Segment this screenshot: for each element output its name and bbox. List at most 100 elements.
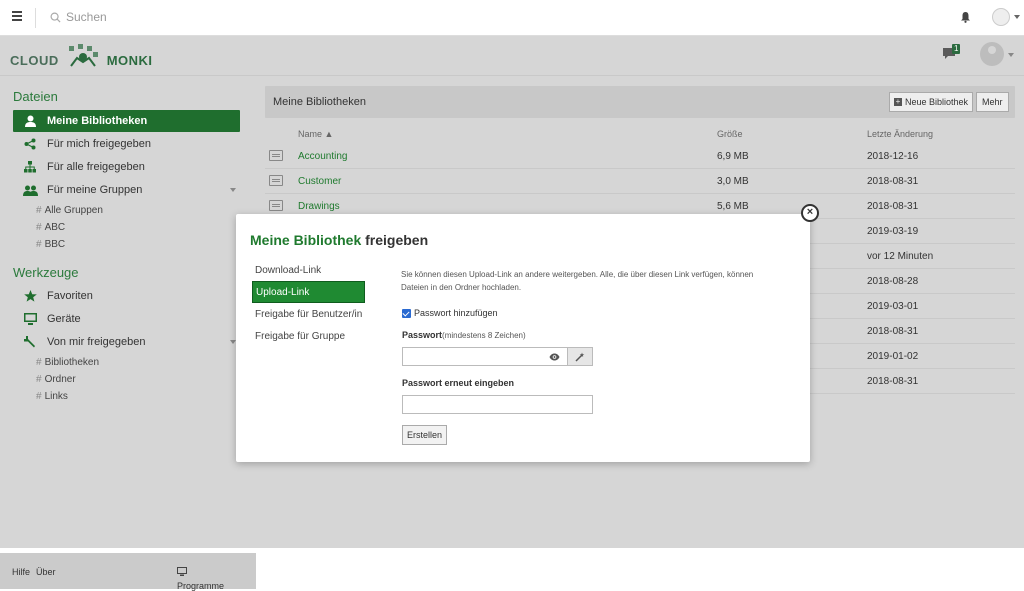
more-button[interactable]: Mehr (976, 92, 1009, 112)
library-modified: vor 12 Minuten (867, 251, 934, 262)
column-header-size[interactable]: Größe (717, 129, 743, 139)
monkey-logo-icon (68, 44, 98, 67)
password-repeat-field[interactable] (402, 395, 593, 414)
profile-avatar[interactable] (980, 42, 1004, 66)
library-name[interactable]: Drawings (298, 201, 340, 212)
library-modified: 2019-01-02 (867, 351, 919, 362)
sidebar-item-shared-by-me[interactable]: Von mir freigegeben (13, 331, 240, 353)
notification-count-badge: 1 (952, 44, 961, 54)
dialog-title-library: Meine Bibliothek (250, 232, 362, 248)
sidebar-item-favorites[interactable]: Favoriten (13, 285, 240, 307)
programs-label: Programme (177, 581, 225, 591)
password-field[interactable] (402, 347, 568, 366)
library-modified: 2018-08-31 (867, 201, 919, 212)
library-modified: 2018-08-31 (867, 326, 919, 337)
sidebar-item-label: Für alle freigegeben (47, 161, 145, 173)
tab-download-link[interactable]: Download-Link (252, 259, 365, 281)
sidebar-item-devices[interactable]: Geräte (13, 308, 240, 330)
add-password-checkbox[interactable]: Passwort hinzufügen (402, 308, 498, 318)
new-library-button[interactable]: + Neue Bibliothek (889, 92, 974, 112)
bell-icon[interactable] (960, 11, 971, 23)
sidebar-subitem-group[interactable]: # ABC (36, 222, 65, 233)
sidebar-item-label: Geräte (47, 313, 81, 325)
sidebar-subitem-label: Bibliotheken (44, 357, 100, 368)
library-name[interactable]: Customer (298, 176, 341, 187)
user-icon (24, 115, 36, 127)
monitor-icon (177, 567, 187, 576)
sidebar-item-label: Von mir freigegeben (47, 336, 146, 348)
library-icon (269, 200, 283, 211)
wrench-icon (24, 336, 35, 348)
notifications-button[interactable]: 1 (943, 44, 961, 62)
share-icon (24, 138, 36, 150)
sidebar-item-my-groups[interactable]: Für meine Gruppen (13, 179, 240, 201)
dialog-title: Meine Bibliothek freigeben (250, 232, 428, 248)
password-label-text: Passwort (402, 330, 443, 340)
table-row[interactable]: Customer 3,0 MB 2018-08-31 (265, 169, 1015, 194)
sidebar-item-my-libraries[interactable]: Meine Bibliotheken (13, 110, 240, 132)
monitor-icon (23, 313, 37, 325)
sidebar-subitem-shared[interactable]: # Links (36, 391, 68, 402)
column-header-name[interactable]: Name ▲ (298, 129, 333, 139)
library-size: 5,6 MB (717, 201, 749, 212)
table-row[interactable]: Accounting 6,9 MB 2018-12-16 (265, 144, 1015, 169)
chevron-down-icon[interactable] (1014, 15, 1020, 19)
divider (35, 8, 36, 28)
library-size: 3,0 MB (717, 176, 749, 187)
chevron-down-icon[interactable] (1008, 53, 1014, 57)
logo: CLOUD MONKI (10, 44, 153, 68)
menu-icon[interactable] (12, 11, 22, 21)
sidebar: Dateien Meine Bibliotheken Für mich frei… (0, 77, 256, 591)
sidebar-item-label: Meine Bibliotheken (47, 115, 148, 127)
new-library-label: Neue Bibliothek (905, 97, 969, 107)
user-avatar[interactable] (992, 8, 1010, 26)
library-name[interactable]: Accounting (298, 151, 347, 162)
sidebar-item-shared-with-all[interactable]: Für alle freigegeben (13, 156, 240, 178)
create-button[interactable]: Erstellen (402, 425, 447, 445)
library-icon (269, 175, 283, 186)
org-icon (24, 161, 36, 173)
share-dialog: Meine Bibliothek freigeben Download-Link… (236, 214, 810, 462)
library-size: 6,9 MB (717, 151, 749, 162)
help-link[interactable]: Hilfe (12, 567, 30, 577)
search-placeholder: Suchen (66, 10, 107, 24)
sidebar-footer: Hilfe Über Programme (0, 553, 256, 591)
top-bar: Suchen (0, 0, 1024, 36)
search-input[interactable]: Suchen (50, 10, 107, 24)
sidebar-subitem-shared[interactable]: # Bibliotheken (36, 357, 99, 368)
star-icon (23, 290, 37, 302)
sidebar-subitem-group[interactable]: # Alle Gruppen (36, 205, 103, 216)
plus-icon: + (894, 97, 902, 106)
programs-link[interactable]: Programme (177, 567, 224, 591)
library-modified: 2018-08-28 (867, 276, 919, 287)
sidebar-subitem-group[interactable]: # BBC (36, 239, 65, 250)
library-modified: 2019-03-19 (867, 226, 919, 237)
sidebar-subitem-shared[interactable]: # Ordner (36, 374, 76, 385)
checkbox-checked-icon[interactable] (402, 308, 411, 318)
sidebar-item-shared-with-me[interactable]: Für mich freigegeben (13, 133, 240, 155)
about-link[interactable]: Über (36, 567, 56, 577)
library-modified: 2018-12-16 (867, 151, 919, 162)
close-icon[interactable]: × (801, 204, 819, 222)
library-modified: 2018-08-31 (867, 376, 919, 387)
chevron-down-icon[interactable] (230, 188, 236, 192)
tab-upload-link[interactable]: Upload-Link (252, 281, 365, 303)
sidebar-item-label: Favoriten (47, 290, 93, 302)
tab-share-user[interactable]: Freigabe für Benutzer/in (252, 303, 365, 325)
upload-link-description: Sie können diesen Upload-Link an andere … (401, 270, 754, 292)
eye-icon[interactable] (549, 353, 560, 361)
library-modified: 2018-08-31 (867, 176, 919, 187)
sidebar-subitem-label: ABC (44, 222, 66, 233)
password-label: Passwort(mindestens 8 Zeichen) (402, 330, 526, 340)
sidebar-subitem-label: Ordner (44, 374, 76, 385)
logo-text-right: MONKI (106, 53, 153, 68)
section-title-tools: Werkzeuge (13, 265, 79, 280)
column-header-modified[interactable]: Letzte Änderung (867, 129, 933, 139)
dialog-title-action: freigeben (365, 232, 429, 248)
tab-share-group[interactable]: Freigabe für Gruppe (252, 325, 365, 347)
generate-password-button[interactable] (568, 347, 593, 366)
checkbox-label: Passwort hinzufügen (414, 308, 498, 318)
page-title: Meine Bibliotheken (273, 96, 366, 108)
section-title-files: Dateien (13, 89, 58, 104)
brand-bar: CLOUD MONKI 1 (0, 36, 1024, 76)
